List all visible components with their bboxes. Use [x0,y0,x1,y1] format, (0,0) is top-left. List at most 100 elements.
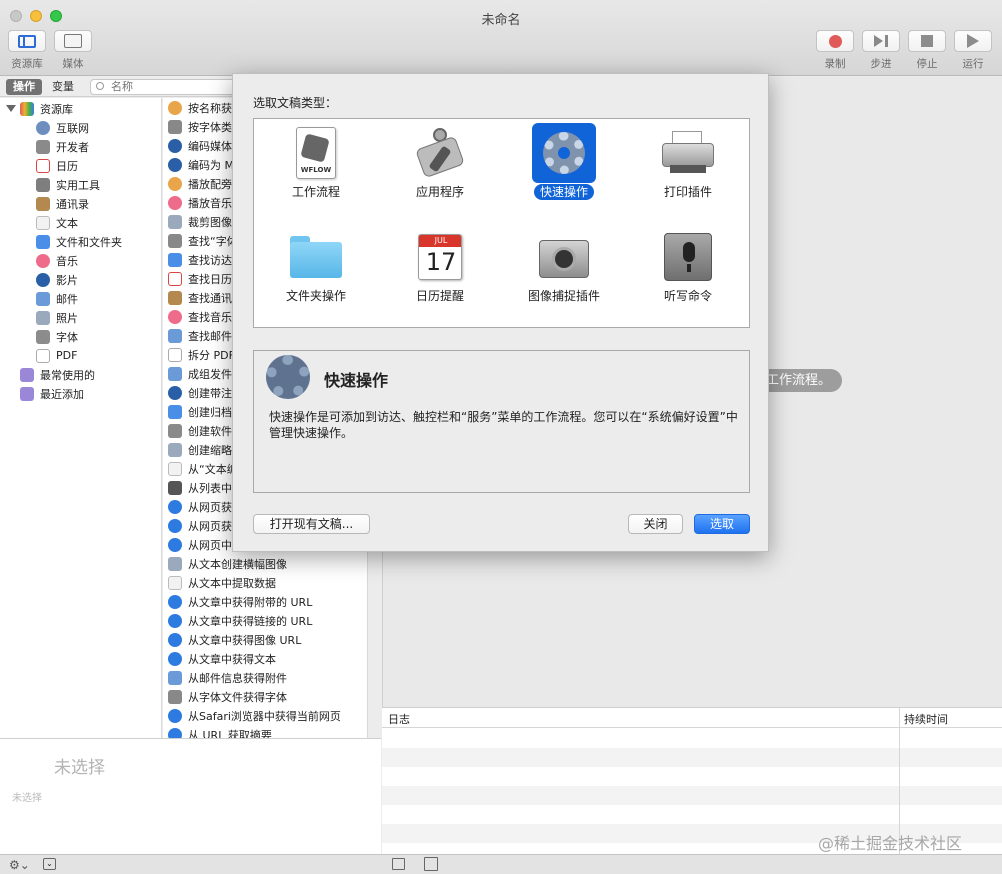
action-label: 从字体文件获得字体 [188,690,287,704]
list-item[interactable]: 编码为 M [168,155,234,174]
list-item[interactable]: 从邮件信息获得附件 [168,668,287,687]
list-item[interactable]: 查找音乐 [168,307,232,326]
stop-button[interactable] [908,30,946,52]
action-label: 查找音乐 [188,310,232,324]
list-view-icon[interactable] [392,858,405,870]
list-item[interactable]: 从文章中获得文本 [168,649,276,668]
library-toggle-button[interactable] [8,30,46,52]
list-item[interactable]: 从文章中获得附带的 URL [168,592,312,611]
category-music[interactable]: 音乐 [36,251,78,270]
step-button[interactable] [862,30,900,52]
type-image-capture[interactable]: 图像捕捉插件 [502,223,626,327]
list-item[interactable]: 从“文本编 [168,459,238,478]
type-label: 听写命令 [626,287,750,304]
list-item[interactable]: 创建带注 [168,383,232,402]
record-icon [828,34,842,48]
description-title: 未选择 [54,758,105,778]
media-button[interactable] [54,30,92,52]
action-label: 从文本中提取数据 [188,576,276,590]
action-label: 按字体类 [188,120,232,134]
safari-icon [168,518,182,533]
smart-group-recent[interactable]: 最近添加 [20,384,84,403]
disclosure-triangle-icon[interactable] [6,105,16,112]
category-files-folders[interactable]: 文件和文件夹 [36,232,122,251]
category-internet[interactable]: 互联网 [36,118,89,137]
list-item[interactable]: 查找访达 [168,250,232,269]
list-item[interactable]: 成组发件 [168,364,232,383]
action-label: 创建归档 [188,405,232,419]
type-dictation-command[interactable]: 听写命令 [626,223,750,327]
gear-icon[interactable]: ⚙︎⌄ [9,858,30,872]
watermark: @稀土掘金技术社区 [818,834,963,853]
category-contacts[interactable]: 通讯录 [36,194,89,213]
category-movies[interactable]: 影片 [36,270,78,289]
list-item[interactable]: 从Safari浏览器中获得当前网页 [168,706,341,725]
list-item[interactable]: 创建归档 [168,402,232,421]
application-icon [408,123,472,183]
type-calendar-alarm[interactable]: JUL 17 日历提醒 [378,223,502,327]
category-label: 开发者 [56,140,89,154]
action-label: 从文章中获得附带的 URL [188,595,313,609]
action-label: 创建软件 [188,424,232,438]
list-item[interactable]: 从字体文件获得字体 [168,687,287,706]
category-developer[interactable]: 开发者 [36,137,89,156]
record-button[interactable] [816,30,854,52]
list-item[interactable]: 从 URL 获取摘要 [168,725,272,738]
sheet-title: 选取文稿类型： [253,96,338,110]
list-item[interactable]: 拆分 PDF [168,345,235,364]
log-column-header[interactable]: 日志 [388,711,410,727]
smart-group-most-used[interactable]: 最常使用的 [20,365,95,384]
flow-view-icon[interactable] [424,857,438,871]
list-item[interactable]: 按字体类 [168,117,232,136]
type-print-plugin[interactable]: 打印插件 [626,119,750,223]
list-item[interactable]: 从列表中 [168,478,232,497]
type-label-text: 文件夹操作 [285,289,346,303]
list-item[interactable]: 编码媒体 [168,136,232,155]
category-mail[interactable]: 邮件 [36,289,78,308]
type-quick-action[interactable]: 快速操作 [502,119,626,223]
calendar-icon [36,158,50,173]
list-item[interactable]: 查找“字体 [168,231,238,250]
category-calendar[interactable]: 日历 [36,156,78,175]
category-fonts[interactable]: 字体 [36,327,78,346]
list-item[interactable]: 从文章中获得链接的 URL [168,611,312,630]
type-workflow[interactable]: WFLOW 工作流程 [254,119,378,223]
list-item[interactable]: 从网页获 [168,516,232,535]
list-item[interactable]: 从文本中提取数据 [168,573,276,592]
utilities-icon [36,177,50,192]
type-application[interactable]: 应用程序 [378,119,502,223]
list-item[interactable]: 创建缩略 [168,440,232,459]
tab-actions[interactable]: 操作 [6,79,42,95]
font-icon [168,233,182,248]
list-item[interactable]: 查找邮件 [168,326,232,345]
list-item[interactable]: 播放音乐 [168,193,232,212]
category-pdf[interactable]: PDF [36,346,77,365]
toggle-description-icon[interactable]: ⌄ [43,858,56,870]
category-utilities[interactable]: 实用工具 [36,175,100,194]
choose-button[interactable]: 选取 [694,514,750,534]
category-text[interactable]: 文本 [36,213,78,232]
list-item[interactable]: 创建软件 [168,421,232,440]
duration-column-header[interactable]: 持续时间 [904,711,948,727]
smart-folder-icon [20,367,34,382]
tab-variables[interactable]: 变量 [52,79,74,95]
document-type-grid: WFLOW 工作流程 应用程序 快速操作 打印插件 文件夹操作 JUL 17 日… [253,118,750,328]
type-folder-action[interactable]: 文件夹操作 [254,223,378,327]
list-item[interactable]: 播放配旁 [168,174,232,193]
close-button[interactable]: 关闭 [628,514,683,534]
list-item[interactable]: 裁剪图像 [168,212,232,231]
list-item[interactable]: 查找日历 [168,269,232,288]
category-photos[interactable]: 照片 [36,308,78,327]
library-root[interactable]: 资源库 [6,99,73,118]
list-item[interactable]: 查找通讯 [168,288,232,307]
list-item[interactable]: 从网页中 [168,535,232,554]
category-label: 字体 [56,330,78,344]
list-item[interactable]: 从网页获 [168,497,232,516]
run-button[interactable] [954,30,992,52]
gear-icon [532,123,596,183]
list-item[interactable]: 从文本创建横幅图像 [168,554,287,573]
list-item[interactable]: 从文章中获得图像 URL [168,630,301,649]
step-label: 步进 [870,58,892,70]
list-item[interactable]: 按名称获 [168,98,232,117]
open-existing-button[interactable]: 打开现有文稿... [253,514,370,534]
